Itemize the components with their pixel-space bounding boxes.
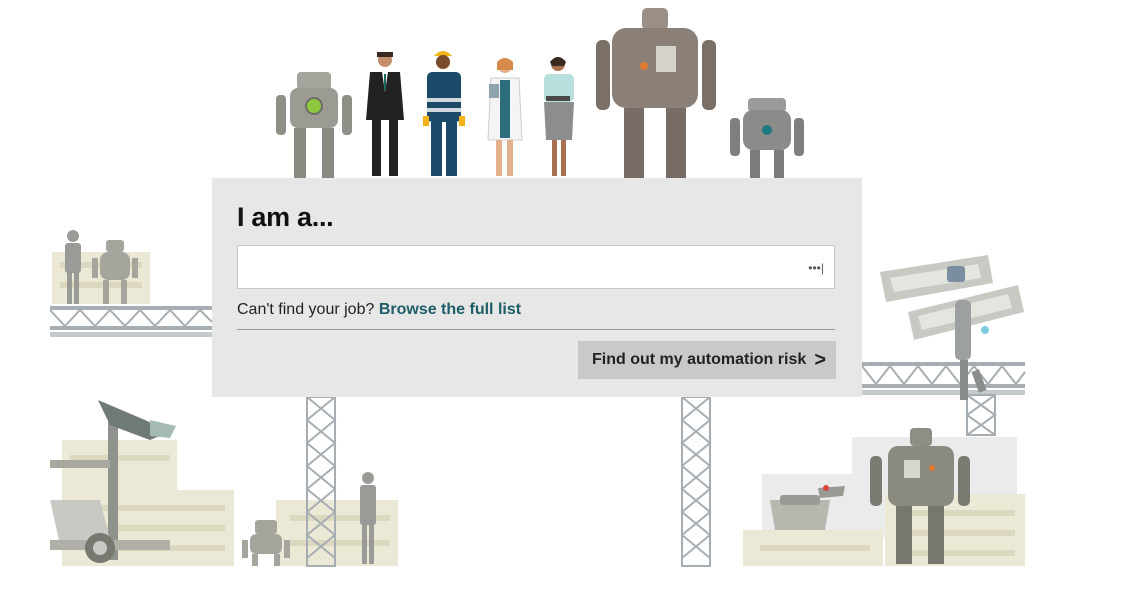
autofill-dots-icon[interactable]: •••| [808,261,824,275]
job-search-input[interactable] [238,246,822,288]
chevron-right-icon: > [814,349,826,371]
doctor-icon [487,58,523,176]
divider [237,329,835,330]
robot-carrying-boxes-icon [880,255,1024,400]
browse-hint: Can't find your job? Browse the full lis… [237,301,521,319]
page-title: I am a... [237,202,334,232]
job-search-panel: I am a... •••| Can't find your job? Brow… [212,178,862,397]
robot-round-icon [730,98,804,178]
robot-small-green-eye-icon [276,72,352,178]
find-automation-risk-button[interactable]: Find out my automation risk > [578,341,836,379]
job-search-field[interactable]: •••| [237,245,835,289]
browse-full-list-link[interactable]: Browse the full list [379,301,521,318]
right-conveyor-icon [861,362,1026,436]
robot-large-icon [596,8,716,178]
office-worker-icon [544,57,574,176]
button-label: Find out my automation risk [592,351,807,368]
construction-worker-icon [423,51,465,176]
hint-text: Can't find your job? [237,301,375,318]
crate-icon [276,500,398,566]
businessman-icon [366,52,404,176]
